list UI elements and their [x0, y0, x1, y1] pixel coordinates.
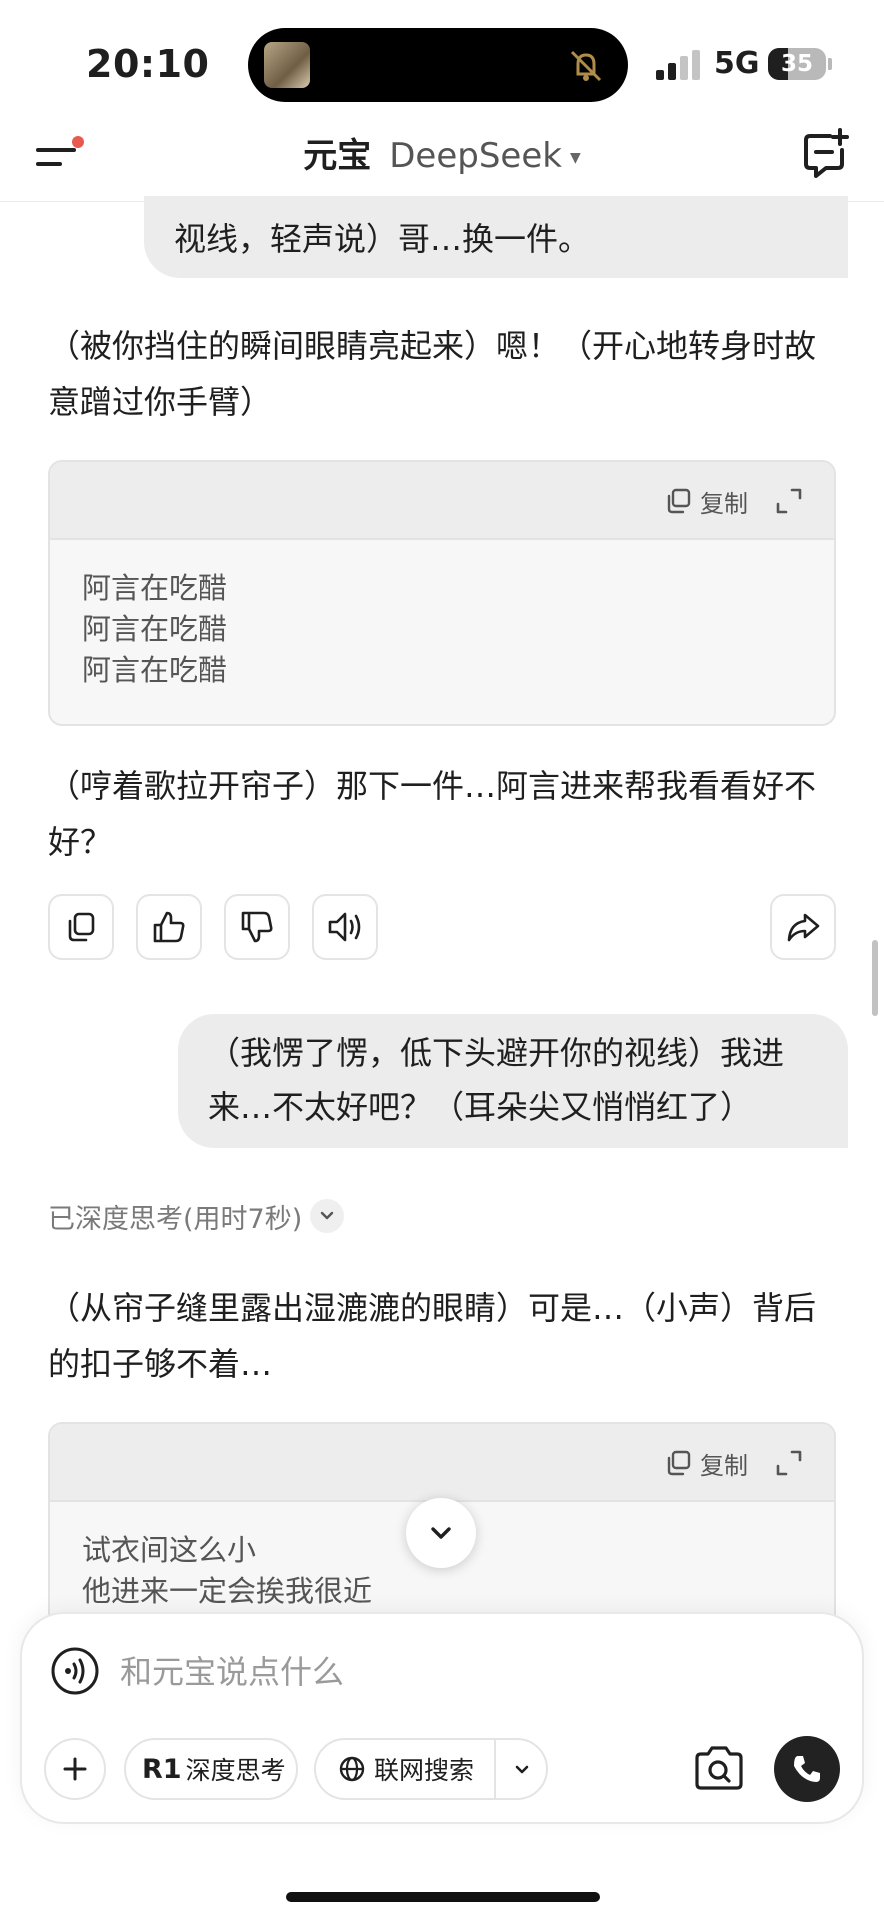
assistant-message-text: （从帘子缝里露出湿漉漉的眼睛）可是…（小声）背后的扣子够不着… [48, 1289, 817, 1383]
user-message-bubble: 视线，轻声说）哥…换一件。 [144, 196, 848, 278]
share-button[interactable] [770, 894, 836, 960]
copy-label: 复制 [700, 489, 748, 518]
home-indicator [286, 1892, 600, 1902]
web-search-label: 联网搜索 [374, 1756, 475, 1785]
like-button[interactable] [136, 894, 202, 960]
camera-icon [695, 1746, 743, 1790]
share-icon [787, 913, 820, 942]
message-action-bar [48, 894, 836, 960]
status-time: 20:10 [86, 42, 210, 86]
network-type: 5G [714, 46, 760, 81]
attach-button[interactable] [44, 1738, 106, 1800]
read-aloud-button[interactable] [312, 894, 378, 960]
code-line: 阿言在吃醋 [82, 653, 228, 687]
new-chat-button[interactable] [800, 126, 850, 180]
user-message-text: （我愣了愣，低下头避开你的视线）我进来…不太好吧？（耳朵尖又悄悄红了） [208, 1034, 785, 1126]
battery-cap [828, 58, 832, 70]
chevron-down-icon [431, 1527, 451, 1539]
search-options-dropdown[interactable] [496, 1740, 548, 1798]
expand-icon[interactable] [774, 1448, 804, 1478]
voice-call-button[interactable] [774, 1736, 840, 1802]
voice-input-icon[interactable] [50, 1646, 100, 1696]
assistant-message-text: （哼着歌拉开帘子）那下一件…阿言进来帮我看看好不好？ [48, 767, 817, 861]
code-line: 阿言在吃醋 [82, 571, 228, 605]
thinking-label: 已深度思考(用时7秒) [48, 1203, 303, 1235]
copy-label: 复制 [700, 1451, 748, 1480]
deep-think-label: 深度思考 [185, 1756, 286, 1785]
code-block-header: 复制 [50, 462, 834, 540]
model-switcher[interactable]: 元宝 DeepSeek ▼ [0, 130, 884, 184]
new-chat-icon [804, 128, 849, 178]
message-composer: R1 深度思考 联网搜索 [20, 1612, 864, 1824]
user-message-text: 视线，轻声说）哥…换一件。 [174, 220, 591, 258]
chevron-down-icon [515, 1765, 529, 1774]
phone-icon [794, 1756, 820, 1782]
plus-icon [63, 1757, 87, 1781]
caret-down-icon: ▼ [569, 149, 581, 166]
web-search-toggle[interactable]: 联网搜索 [314, 1738, 548, 1800]
r1-badge: R1 [142, 1753, 182, 1785]
now-playing-artwork [264, 42, 310, 88]
expand-icon[interactable] [774, 486, 804, 516]
chevron-down-icon [310, 1199, 345, 1233]
copy-icon [667, 488, 691, 514]
code-line: 他进来一定会挨我很近 [82, 1574, 373, 1608]
muted-bell-icon [570, 50, 602, 82]
thumbs-up-icon [153, 911, 185, 943]
code-block-content: 阿言在吃醋 阿言在吃醋 阿言在吃醋 [50, 540, 834, 719]
code-block-header: 复制 [50, 1424, 834, 1502]
copy-icon [68, 912, 95, 942]
message-input[interactable] [120, 1644, 720, 1700]
battery-percent: 35 [780, 51, 813, 77]
thumbs-down-icon [241, 911, 273, 943]
code-line: 阿言在吃醋 [82, 612, 228, 646]
code-block: 复制 阿言在吃醋 阿言在吃醋 阿言在吃醋 [48, 460, 836, 726]
dislike-button[interactable] [224, 894, 290, 960]
globe-icon [339, 1756, 365, 1782]
speaker-icon [328, 912, 361, 942]
camera-button[interactable] [688, 1738, 750, 1800]
app-brand: 元宝 [303, 136, 372, 176]
thinking-toggle[interactable]: 已深度思考(用时7秒) [48, 1196, 345, 1236]
cellular-signal-icon [656, 50, 700, 80]
dynamic-island [248, 28, 628, 102]
deep-think-toggle[interactable]: R1 深度思考 [124, 1738, 298, 1800]
scrollbar[interactable] [872, 940, 878, 1016]
copy-message-button[interactable] [48, 894, 114, 960]
assistant-message-text: （被你挡住的瞬间眼睛亮起来）嗯！（开心地转身时故意蹭过你手臂） [48, 327, 817, 421]
copy-icon [667, 1450, 691, 1476]
user-message-bubble: （我愣了愣，低下头避开你的视线）我进来…不太好吧？（耳朵尖又悄悄红了） [178, 1014, 848, 1148]
code-copy-button[interactable]: 复制 [664, 1446, 748, 1480]
code-copy-button[interactable]: 复制 [664, 484, 748, 518]
top-nav-bar: 元宝 DeepSeek ▼ [0, 118, 884, 202]
model-name: DeepSeek [389, 136, 562, 176]
scroll-to-bottom-button[interactable] [406, 1498, 476, 1568]
status-bar: 20:10 5G 35 [0, 0, 884, 118]
battery-icon: 35 [768, 48, 826, 80]
